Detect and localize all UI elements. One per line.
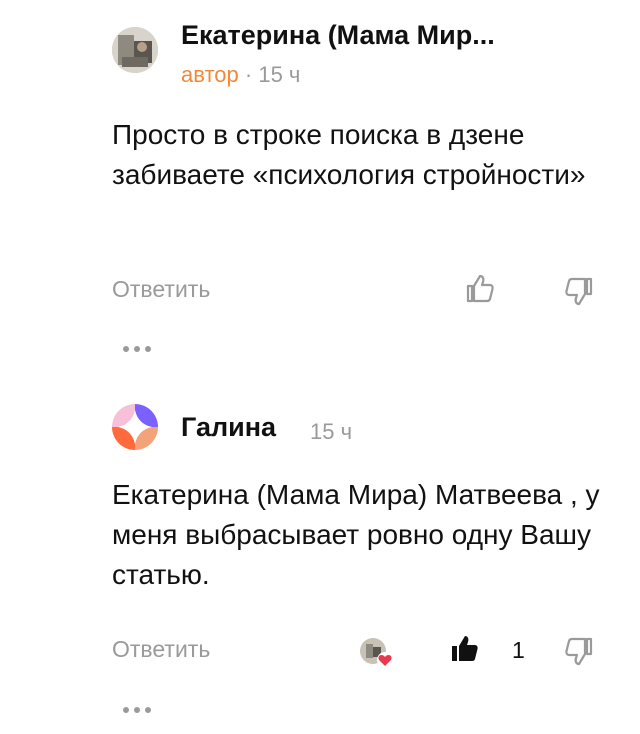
- author-badge: автор: [181, 62, 239, 87]
- liked-by-author-avatar[interactable]: [356, 636, 396, 670]
- comment-author-name[interactable]: Екатерина (Мама Мир...: [181, 20, 495, 51]
- thumb-up-icon: [466, 274, 494, 303]
- like-button[interactable]: [448, 631, 482, 665]
- comment-1: Екатерина (Мама Мир... автор · 15 ч Прос…: [0, 0, 640, 370]
- comment-author-name[interactable]: Галина: [181, 412, 276, 443]
- comment-time: 15 ч: [310, 419, 353, 444]
- more-dots-icon: [123, 707, 151, 713]
- meta-separator: ·: [244, 62, 253, 87]
- more-options-button[interactable]: [120, 703, 156, 721]
- dislike-button[interactable]: [560, 635, 594, 669]
- reply-button[interactable]: Ответить: [112, 636, 210, 663]
- like-button[interactable]: [463, 271, 497, 305]
- more-options-button[interactable]: [120, 342, 156, 360]
- thumb-down-icon: [565, 277, 593, 306]
- dislike-button[interactable]: [560, 275, 594, 309]
- avatar[interactable]: [112, 27, 158, 73]
- comment-time: 15 ч: [258, 62, 301, 87]
- comment-2: Галина 15 ч Екатерина (Мама Мира) Матвее…: [0, 390, 640, 734]
- reply-button[interactable]: Ответить: [112, 276, 210, 303]
- comment-meta: автор · 15 ч: [181, 62, 300, 88]
- liked-avatar-heart-icon: [360, 638, 393, 668]
- avatar[interactable]: [112, 404, 158, 450]
- avatar-generated: [112, 404, 158, 450]
- thumb-down-icon: [565, 637, 593, 666]
- comment-text: Просто в строке поиска в дзене забиваете…: [112, 119, 586, 190]
- thumb-up-icon: [452, 636, 478, 661]
- avatar-photo: [112, 27, 158, 73]
- like-count: 1: [512, 637, 525, 663]
- comment-text: Екатерина (Мама Мира) Матвеева , у меня …: [112, 479, 600, 590]
- more-dots-icon: [123, 346, 151, 352]
